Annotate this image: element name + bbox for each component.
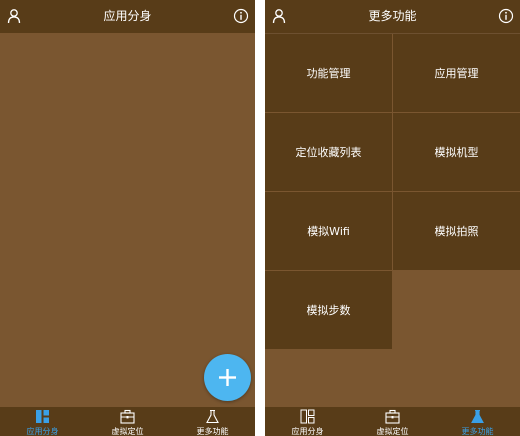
header-bar: 应用分身	[0, 0, 255, 33]
page-title: 更多功能	[368, 9, 417, 23]
plus-icon	[219, 369, 236, 386]
tab-virtual-location[interactable]: 虚拟定位	[85, 407, 170, 436]
info-icon[interactable]	[498, 8, 514, 24]
feature-tile-simulate-steps[interactable]: 模拟步数	[265, 271, 392, 349]
info-icon[interactable]	[233, 8, 249, 24]
tab-more-features[interactable]: 更多功能	[435, 407, 520, 436]
header-bar: 更多功能	[265, 0, 520, 33]
tab-label: 更多功能	[196, 427, 229, 436]
tab-more-features[interactable]: 更多功能	[170, 407, 255, 436]
tab-label: 虚拟定位	[376, 427, 409, 436]
page-title: 应用分身	[103, 9, 152, 23]
add-app-button[interactable]	[204, 354, 251, 401]
feature-tile-simulate-device[interactable]: 模拟机型	[393, 113, 520, 191]
more-features-screen: 更多功能 功能管理 应用管理 定位收藏列表 模拟机型 模拟Wifi 模拟拍照 模…	[265, 0, 520, 436]
tab-label: 应用分身	[291, 427, 324, 436]
tab-app-clone[interactable]: 应用分身	[0, 407, 85, 436]
tab-label: 虚拟定位	[111, 427, 144, 436]
bottom-tab-bar: 应用分身 虚拟定位 更多功能	[0, 407, 255, 436]
feature-tile-app-management[interactable]: 应用管理	[393, 34, 520, 112]
feature-tile-location-favorites[interactable]: 定位收藏列表	[265, 113, 392, 191]
tab-label: 应用分身	[26, 427, 59, 436]
briefcase-icon	[120, 409, 135, 424]
feature-tile-simulate-wifi[interactable]: 模拟Wifi	[265, 192, 392, 270]
app-clone-screen: 应用分身 应用分身 虚拟定位 更多功能	[0, 0, 255, 436]
grid-icon	[36, 410, 49, 423]
flask-icon	[471, 409, 484, 424]
tab-app-clone[interactable]: 应用分身	[265, 407, 350, 436]
tab-label: 更多功能	[461, 427, 494, 436]
feature-tile-function-management[interactable]: 功能管理	[265, 34, 392, 112]
grid-icon	[300, 409, 315, 424]
bottom-tab-bar: 应用分身 虚拟定位 更多功能	[265, 407, 520, 436]
briefcase-icon	[385, 409, 400, 424]
flask-icon	[206, 409, 219, 424]
feature-tile-simulate-camera[interactable]: 模拟拍照	[393, 192, 520, 270]
tab-virtual-location[interactable]: 虚拟定位	[350, 407, 435, 436]
